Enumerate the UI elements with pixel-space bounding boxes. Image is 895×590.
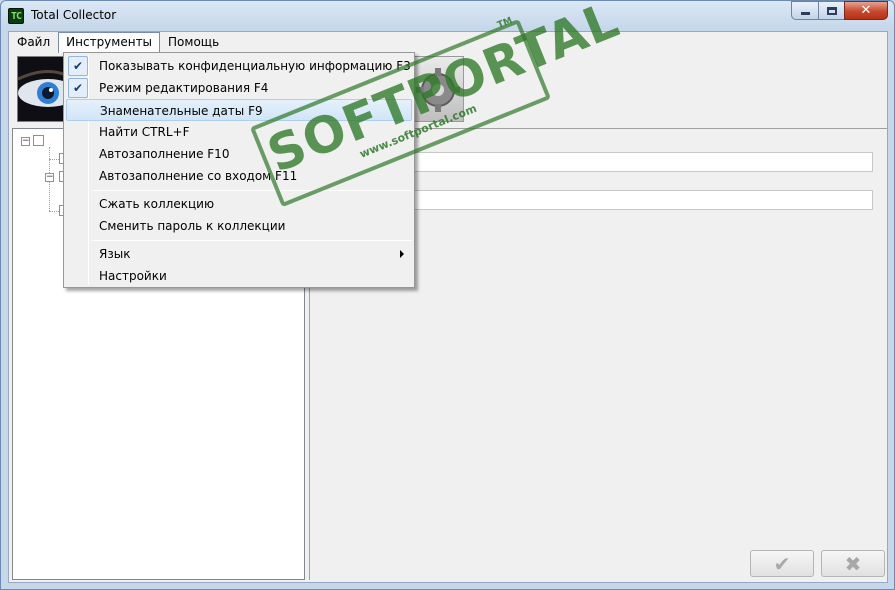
x-icon: ✖ [844, 551, 862, 576]
app-icon-text: TC [10, 10, 22, 22]
detail-field[interactable] [365, 190, 873, 210]
maximize-icon [826, 6, 837, 15]
tree-collapse-icon[interactable]: − [45, 173, 54, 182]
menu-item-label: Найти CTRL+F [99, 125, 190, 139]
menu-item-label: Автозаполнение F10 [99, 147, 230, 161]
check-icon: ✔ [68, 56, 88, 76]
menu-separator [92, 240, 412, 241]
menu-help[interactable]: Помощь [160, 32, 227, 53]
menu-item-edit-mode[interactable]: ✔ Режим редактирования F4 [66, 77, 412, 99]
tools-dropdown-menu: ✔ Показывать конфиденциальную информацию… [63, 52, 415, 288]
gear-image[interactable] [409, 56, 464, 122]
menu-separator [92, 190, 412, 191]
menu-item-important-dates[interactable]: Знаменательные даты F9 [66, 99, 412, 121]
tree-line [49, 211, 59, 212]
tree-checkbox[interactable] [33, 135, 44, 146]
app-window: TC Total Collector ✕ Файл Инструменты По… [0, 0, 895, 590]
menu-item-autofill-login[interactable]: Автозаполнение со входом F11 [66, 165, 412, 187]
menu-item-label: Сжать коллекцию [99, 197, 215, 211]
minimize-icon [800, 11, 810, 15]
menu-item-label: Автозаполнение со входом F11 [99, 169, 298, 183]
tree-collapse-icon[interactable]: − [21, 137, 30, 146]
close-icon: ✕ [860, 3, 872, 18]
window-title: Total Collector [31, 8, 117, 22]
cancel-button[interactable]: ✖ [821, 550, 885, 577]
menu-tools[interactable]: Инструменты [58, 32, 161, 53]
app-icon[interactable]: TC [8, 8, 24, 24]
caption-buttons: ✕ [791, 1, 888, 20]
detail-field[interactable] [365, 152, 873, 172]
menu-item-compress[interactable]: Сжать коллекцию [66, 193, 412, 215]
menu-item-label: Режим редактирования F4 [99, 81, 269, 95]
minimize-button[interactable] [791, 1, 818, 20]
menu-item-settings[interactable]: Настройки [66, 265, 412, 287]
tree-line [49, 159, 59, 160]
check-icon: ✔ [773, 551, 791, 576]
menu-item-label: Сменить пароль к коллекции [99, 219, 286, 233]
menu-item-label: Язык [99, 247, 131, 261]
gear-icon [416, 68, 460, 112]
menu-item-find[interactable]: Найти CTRL+F [66, 121, 412, 143]
menu-item-label: Показывать конфиденциальную информацию F… [99, 59, 411, 73]
menu-item-label: Знаменательные даты F9 [100, 104, 263, 118]
menu-bar: Файл Инструменты Помощь [9, 32, 887, 53]
ok-button[interactable]: ✔ [750, 550, 814, 577]
maximize-button[interactable] [818, 1, 844, 20]
menu-item-show-confidential[interactable]: ✔ Показывать конфиденциальную информацию… [66, 55, 412, 77]
eye-icon [18, 57, 68, 121]
check-icon: ✔ [68, 78, 88, 98]
close-button[interactable]: ✕ [844, 1, 888, 20]
menu-item-autofill[interactable]: Автозаполнение F10 [66, 143, 412, 165]
menu-item-change-password[interactable]: Сменить пароль к коллекции [66, 215, 412, 237]
menu-item-language[interactable]: Язык [66, 243, 412, 265]
submenu-arrow-icon [400, 250, 404, 258]
menu-file[interactable]: Файл [9, 32, 58, 53]
eye-image[interactable] [17, 56, 69, 122]
menu-item-label: Настройки [99, 269, 167, 283]
title-bar[interactable]: TC Total Collector ✕ [1, 1, 894, 31]
